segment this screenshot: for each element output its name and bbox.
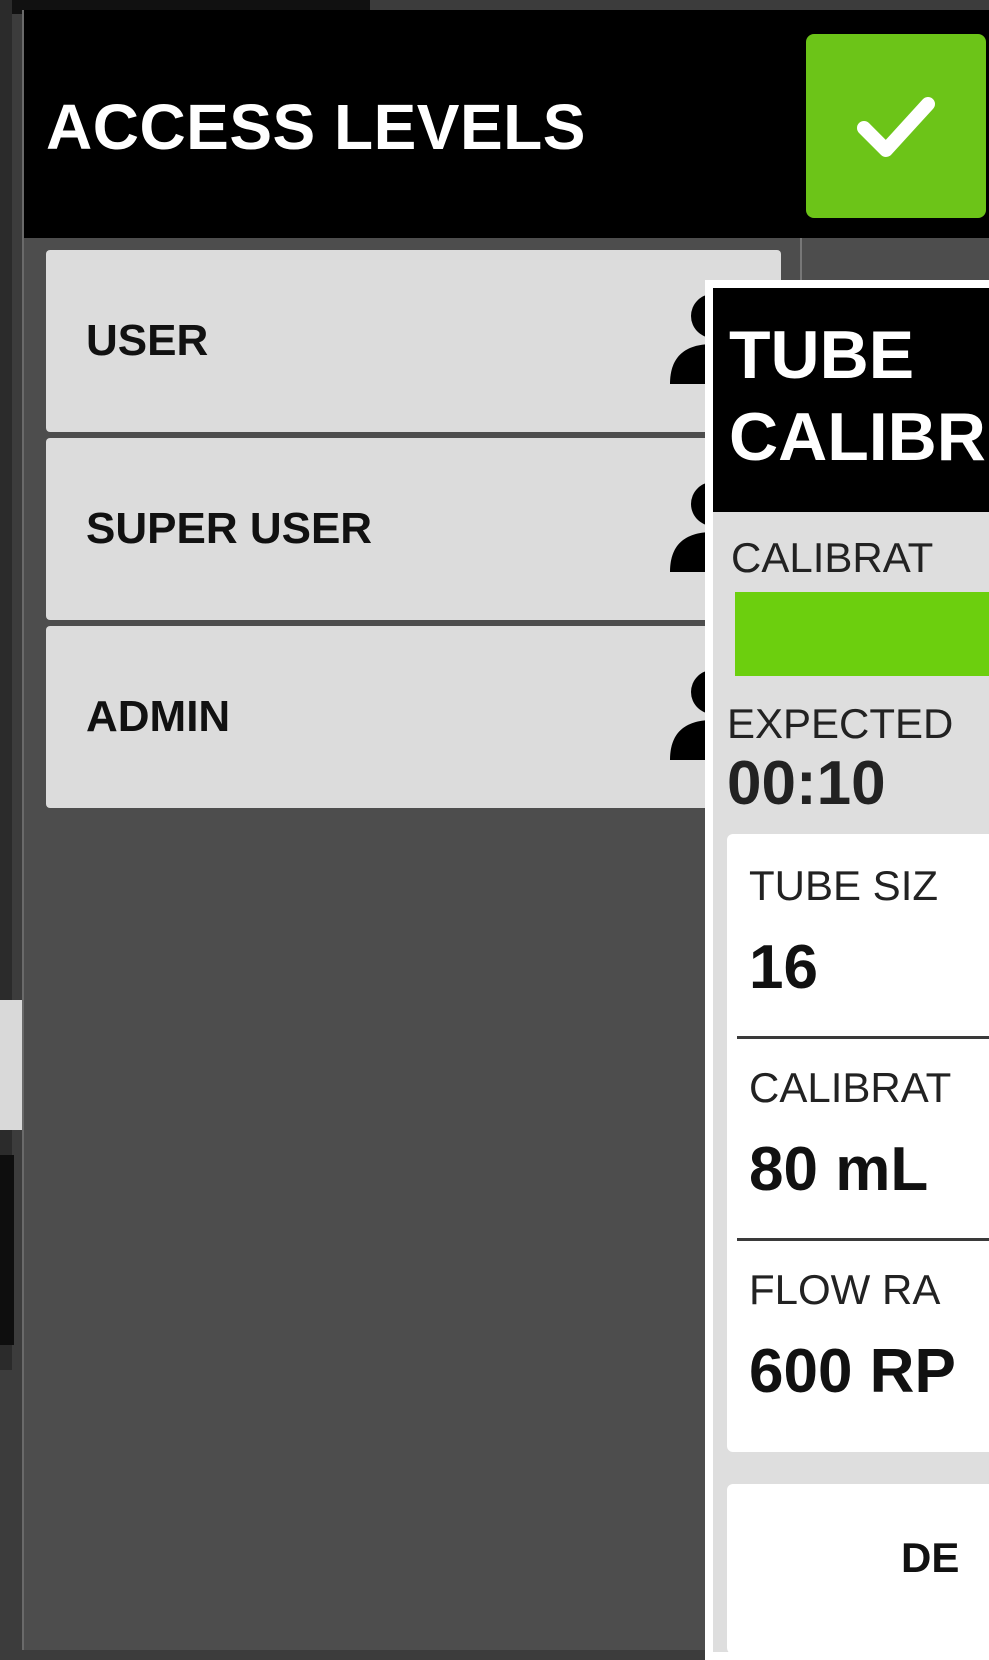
calibration-settings-card: TUBE SIZ 16 CALIBRAT 80 mL FLOW RA 600 R… [727,834,989,1452]
access-level-label: USER [86,316,209,365]
checkmark-icon [857,97,935,157]
setting-tube-size[interactable]: TUBE SIZ 16 [749,862,938,1003]
confirm-button[interactable] [806,34,986,218]
expected-time-label: EXPECTED [727,700,954,747]
setting-flow-rate[interactable]: FLOW RA 600 RP [749,1266,956,1407]
background-screen-edge [0,1000,22,1130]
bottom-button-label: DE [901,1534,960,1581]
tube-calibration-bottom-button[interactable]: DE [727,1484,989,1652]
expected-time-value: 00:10 [727,749,886,818]
setting-divider [737,1238,989,1241]
setting-value: 600 RP [749,1337,956,1406]
setting-label: CALIBRAT [749,1064,952,1111]
title-line: TUBE [729,317,915,393]
tube-calibration-title: TUBE CALIBR [729,314,986,478]
setting-divider [737,1036,989,1039]
access-level-label: SUPER USER [86,504,373,553]
page-title: ACCESS LEVELS [46,91,586,163]
tube-calibration-body: CALIBRAT EXPECTED 00:10 TUBE SIZ 16 CALI… [713,512,989,1652]
setting-label: TUBE SIZ [749,862,939,909]
setting-value: 80 mL [749,1135,929,1204]
access-level-label: ADMIN [86,692,231,741]
setting-label: FLOW RA [749,1266,941,1313]
tube-calibration-panel: TUBE CALIBR CALIBRAT EXPECTED 00:10 TUBE… [705,280,989,1660]
access-level-item-admin[interactable]: ADMIN [46,626,781,808]
setting-calibration-volume[interactable]: CALIBRAT 80 mL [749,1064,951,1205]
calibration-progress-bar [735,592,989,676]
title-line: CALIBR [729,399,986,475]
access-level-item-super-user[interactable]: SUPER USER [46,438,781,620]
access-levels-header: ACCESS LEVELS [24,10,989,238]
background-screen-edge [0,1155,14,1345]
calibration-label: CALIBRAT [731,534,934,581]
access-level-item-user[interactable]: USER [46,250,781,432]
setting-value: 16 [749,933,818,1002]
